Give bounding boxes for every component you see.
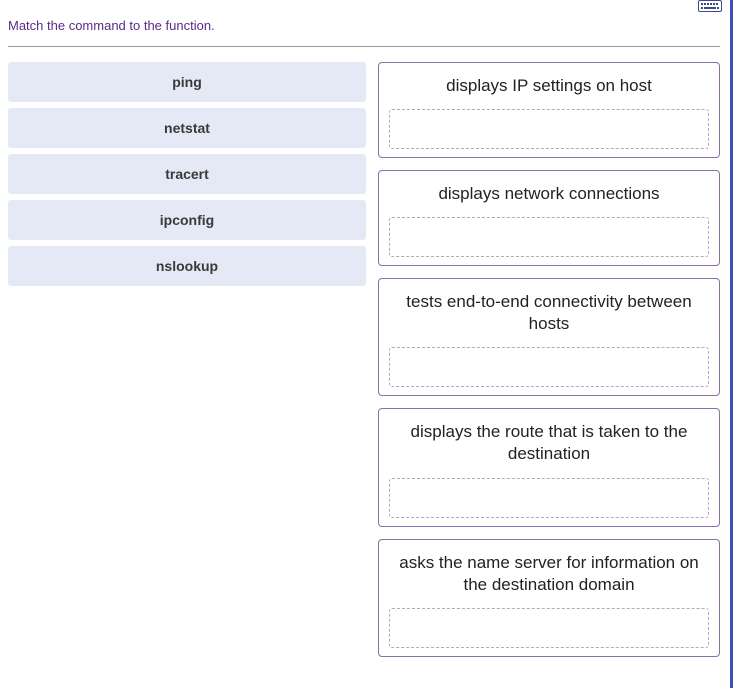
command-item-ping[interactable]: ping bbox=[8, 62, 366, 102]
drop-zone[interactable] bbox=[389, 217, 709, 257]
function-description: asks the name server for information on … bbox=[389, 552, 709, 596]
functions-column: displays IP settings on host displays ne… bbox=[378, 62, 720, 657]
function-card: displays the route that is taken to the … bbox=[378, 408, 720, 526]
command-label: ping bbox=[172, 74, 202, 90]
divider bbox=[8, 46, 720, 47]
instruction-text: Match the command to the function. bbox=[8, 18, 215, 33]
command-item-tracert[interactable]: tracert bbox=[8, 154, 366, 194]
match-area: ping netstat tracert ipconfig nslookup d… bbox=[8, 62, 720, 657]
command-item-netstat[interactable]: netstat bbox=[8, 108, 366, 148]
function-description: displays network connections bbox=[389, 183, 709, 205]
function-description: tests end-to-end connectivity between ho… bbox=[389, 291, 709, 335]
drop-zone[interactable] bbox=[389, 347, 709, 387]
command-label: ipconfig bbox=[160, 212, 214, 228]
function-card: tests end-to-end connectivity between ho… bbox=[378, 278, 720, 396]
quiz-frame: Match the command to the function. ping … bbox=[0, 0, 733, 688]
commands-column: ping netstat tracert ipconfig nslookup bbox=[8, 62, 366, 657]
command-label: nslookup bbox=[156, 258, 218, 274]
command-item-nslookup[interactable]: nslookup bbox=[8, 246, 366, 286]
command-item-ipconfig[interactable]: ipconfig bbox=[8, 200, 366, 240]
drop-zone[interactable] bbox=[389, 109, 709, 149]
function-description: displays the route that is taken to the … bbox=[389, 421, 709, 465]
function-card: displays IP settings on host bbox=[378, 62, 720, 158]
function-description: displays IP settings on host bbox=[389, 75, 709, 97]
command-label: netstat bbox=[164, 120, 210, 136]
keyboard-icon[interactable] bbox=[698, 0, 722, 12]
function-card: displays network connections bbox=[378, 170, 720, 266]
function-card: asks the name server for information on … bbox=[378, 539, 720, 657]
drop-zone[interactable] bbox=[389, 608, 709, 648]
drop-zone[interactable] bbox=[389, 478, 709, 518]
command-label: tracert bbox=[165, 166, 209, 182]
